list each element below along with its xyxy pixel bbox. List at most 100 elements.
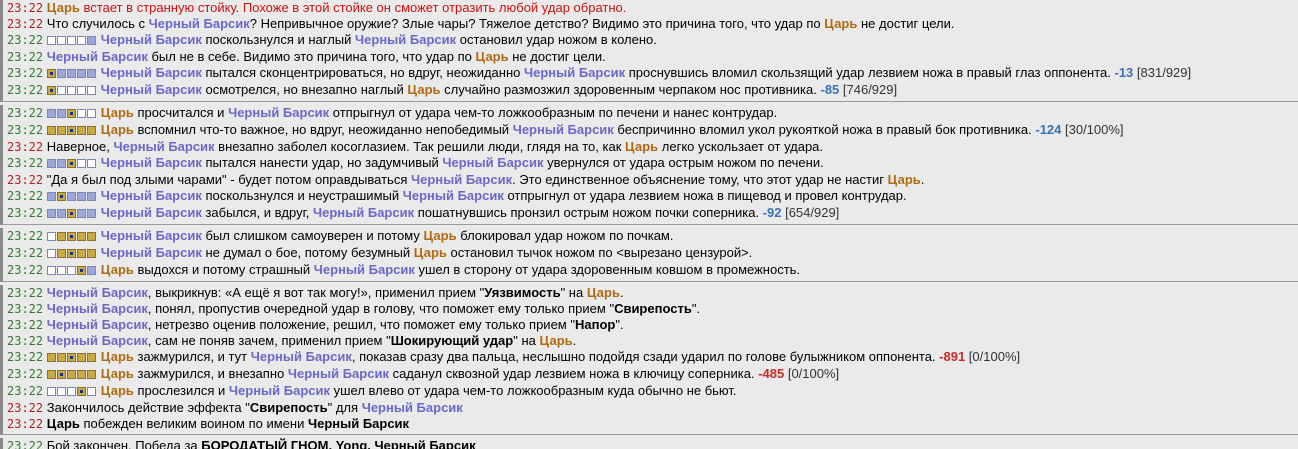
damage-value: -13	[1114, 65, 1134, 80]
log-text: , показав сразу два пальца, неслышно под…	[351, 349, 940, 364]
timestamp: 23:22	[7, 367, 44, 381]
player-name-tsar[interactable]: Царь	[824, 16, 857, 31]
zone-square-icon	[56, 209, 66, 218]
player-name-tsar[interactable]: Царь	[475, 49, 508, 64]
player-name-barsik[interactable]: Черный Барсик	[362, 400, 463, 415]
combat-log: 23:22 Царь встает в странную стойку. Пох…	[0, 0, 1298, 449]
player-name-barsik[interactable]: Черный Барсик	[513, 122, 614, 137]
player-name-barsik[interactable]: Черный Барсик	[101, 82, 202, 97]
player-name-barsik[interactable]: Черный Барсик	[101, 205, 202, 220]
zone-square-icon	[56, 266, 66, 275]
player-name-barsik[interactable]: Черный Барсик	[47, 333, 148, 348]
damage-value: -124	[1035, 122, 1062, 137]
player-name-tsar[interactable]: Царь	[423, 228, 456, 243]
player-name-tsar[interactable]: Царь	[47, 0, 80, 15]
player-name-barsik[interactable]: Черный Барсик	[288, 366, 389, 381]
player-name-barsik[interactable]: Черный Барсик	[355, 32, 456, 47]
zone-square-icon	[46, 266, 56, 275]
timestamp: 23:22	[7, 189, 44, 203]
player-name-barsik[interactable]: Черный Барсик	[101, 245, 202, 260]
timestamp: 23:22	[7, 50, 44, 64]
player-name-barsik[interactable]: Черный Барсик	[411, 172, 512, 187]
log-line: 23:22 Черный Барсик не думал о бое, пото…	[3, 245, 1298, 262]
timestamp: 23:22	[7, 302, 44, 316]
log-text: прослезился и	[133, 383, 229, 398]
player-name-barsik[interactable]: Черный Барсик	[101, 32, 202, 47]
player-name-barsik[interactable]: Черный Барсик	[47, 49, 148, 64]
zone-square-icon	[66, 249, 76, 258]
zone-square-icon	[56, 232, 66, 241]
player-name-tsar[interactable]: Царь	[101, 105, 134, 120]
bold-text: Напор	[574, 317, 616, 332]
hp-status: [0/100%]	[965, 349, 1021, 364]
zone-square-icon	[86, 159, 96, 168]
timestamp: 23:22	[7, 140, 44, 154]
player-name-barsik[interactable]: Черный Барсик	[113, 139, 214, 154]
log-text: " для	[327, 400, 362, 415]
player-name-tsar[interactable]: Царь	[101, 366, 134, 381]
zone-square-icon	[46, 159, 56, 168]
timestamp: 23:22	[7, 33, 44, 47]
timestamp: 23:22	[7, 17, 44, 31]
player-name-tsar[interactable]: Царь	[101, 122, 134, 137]
zone-square-icon	[86, 192, 96, 201]
zone-square-icon	[56, 159, 66, 168]
log-text: Закончилось действие эффекта "	[46, 400, 250, 415]
zone-square-icon	[46, 370, 56, 379]
timestamp: 23:22	[7, 439, 44, 449]
zone-square-icon	[46, 36, 56, 45]
player-name-barsik[interactable]: Черный Барсик	[442, 155, 543, 170]
player-name-barsik[interactable]: Черный Барсик	[101, 155, 202, 170]
zone-square-icon	[76, 36, 86, 45]
zone-square-icon	[46, 249, 56, 258]
zone-square-icon	[56, 109, 66, 118]
zone-square-icon	[46, 126, 56, 135]
timestamp: 23:22	[7, 123, 44, 137]
log-text: зажмурился, и внезапно	[133, 366, 288, 381]
log-text: поскользнулся и наглый	[201, 32, 356, 47]
player-name-barsik[interactable]: Черный Барсик	[229, 383, 330, 398]
hit-zones-icon	[46, 189, 97, 205]
log-text: , понял, пропустив очередной удар в голо…	[147, 301, 615, 316]
player-name-tsar[interactable]: Царь	[101, 349, 134, 364]
player-name-barsik[interactable]: Черный Барсик	[101, 188, 202, 203]
zone-square-icon	[86, 370, 96, 379]
player-name-tsar[interactable]: Царь	[101, 383, 134, 398]
hit-zones-icon	[46, 106, 97, 122]
player-name-barsik[interactable]: Черный Барсик	[228, 105, 329, 120]
timestamp: 23:22	[7, 401, 44, 415]
player-name-barsik[interactable]: Черный Барсик	[47, 301, 148, 316]
player-name-barsik[interactable]: Черный Барсик	[47, 285, 148, 300]
player-name-tsar[interactable]: Царь	[407, 82, 440, 97]
player-name-tsar[interactable]: Царь	[625, 139, 658, 154]
player-name-barsik[interactable]: Черный Барсик	[149, 16, 250, 31]
player-name-tsar[interactable]: Царь	[101, 262, 134, 277]
player-name-barsik[interactable]: Черный Барсик	[313, 205, 414, 220]
zone-square-icon	[66, 387, 76, 396]
log-text: пытался нанести удар, но задумчивый	[201, 155, 443, 170]
zone-square-icon	[76, 159, 86, 168]
player-name-barsik[interactable]: Черный Барсик	[251, 349, 352, 364]
zone-square-icon	[46, 86, 56, 95]
log-text: Наверное,	[46, 139, 114, 154]
zone-square-icon	[86, 126, 96, 135]
player-name-tsar[interactable]: Царь	[888, 172, 921, 187]
player-name-barsik[interactable]: Черный Барсик	[403, 188, 504, 203]
zone-square-icon	[66, 192, 76, 201]
player-name-barsik[interactable]: Черный Барсик	[524, 65, 625, 80]
player-name-barsik[interactable]: Черный Барсик	[101, 228, 202, 243]
damage-value: -85	[820, 82, 840, 97]
damage-value: -485	[758, 366, 785, 381]
log-text: осмотрелся, но внезапно наглый	[201, 82, 408, 97]
zone-square-icon	[66, 232, 76, 241]
player-name-barsik[interactable]: Черный Барсик	[47, 317, 148, 332]
hp-status: [654/929]	[781, 205, 840, 220]
player-name-tsar[interactable]: Царь	[539, 333, 572, 348]
player-name-barsik[interactable]: Черный Барсик	[314, 262, 415, 277]
player-name-tsar[interactable]: Царь	[587, 285, 620, 300]
log-text: внезапно заболел косоглазием. Так решили…	[214, 139, 626, 154]
zone-square-icon	[46, 232, 56, 241]
player-name-barsik[interactable]: Черный Барсик	[101, 65, 202, 80]
log-text: зажмурился, и тут	[133, 349, 251, 364]
player-name-tsar[interactable]: Царь	[414, 245, 447, 260]
